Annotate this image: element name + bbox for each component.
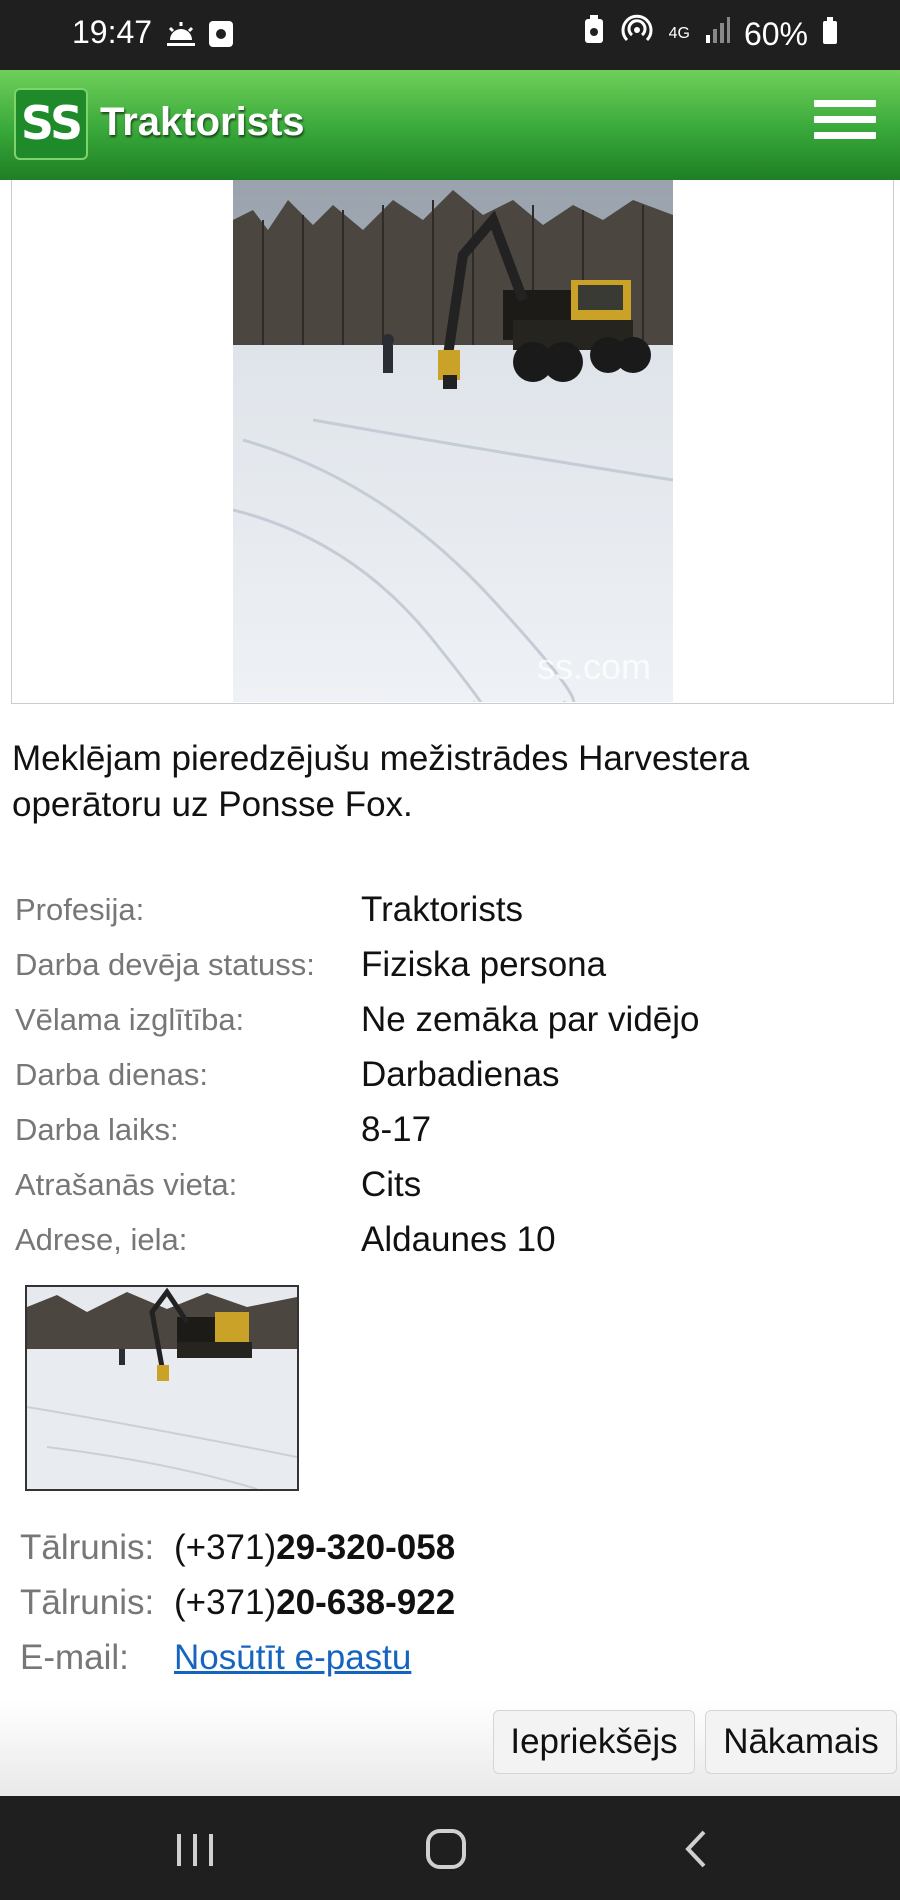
detail-label: Adrese, iela:	[15, 1221, 188, 1257]
detail-label: Atrašanās vieta:	[15, 1166, 238, 1202]
photo-watermark: ss.com	[536, 646, 651, 687]
phone-prefix: (+371)	[174, 1527, 277, 1567]
detail-value: Traktorists	[361, 889, 524, 929]
detail-value: Cits	[361, 1164, 422, 1204]
detail-label: Darba devēja statuss:	[15, 946, 315, 982]
phone-row-2: Tālrunis: (+371)20-638-922	[20, 1575, 455, 1630]
battery-saver-icon	[583, 15, 605, 53]
detail-label: Darba dienas:	[15, 1056, 209, 1092]
back-icon[interactable]	[682, 1828, 710, 1875]
page-title: Traktorists	[100, 100, 305, 144]
status-time: 19:47	[72, 14, 153, 50]
detail-row: Profesija: Traktorists	[12, 882, 700, 937]
detail-value: Ne zemāka par vidējo	[361, 999, 700, 1039]
detail-label: Darba laiks:	[15, 1111, 179, 1147]
phone-digits: 20-638-922	[276, 1582, 456, 1622]
battery-icon	[822, 16, 838, 53]
email-label: E-mail:	[20, 1637, 129, 1677]
battery-percent: 60%	[743, 15, 808, 52]
next-button[interactable]: Nākamais	[705, 1710, 897, 1774]
phone-number-1[interactable]: (+371)29-320-058	[174, 1528, 455, 1568]
system-navigation-bar	[0, 1796, 900, 1900]
ad-navigation-bar: Iepriekšējs Nākamais	[0, 1700, 900, 1796]
contact-block: Tālrunis: (+371)29-320-058 Tālrunis: (+3…	[20, 1520, 455, 1685]
details-table: Profesija: Traktorists Darba devēja statu…	[12, 882, 700, 1267]
phone-digits: 29-320-058	[276, 1527, 456, 1567]
detail-value: Fiziska persona	[361, 944, 607, 984]
app-header: SS Traktorists	[0, 70, 900, 180]
home-icon[interactable]	[425, 1828, 467, 1875]
detail-value: Aldaunes 10	[361, 1219, 556, 1259]
main-photo[interactable]: ss.com	[233, 180, 673, 702]
phone-label: Tālrunis:	[20, 1582, 155, 1622]
recent-apps-icon[interactable]	[175, 1832, 215, 1873]
detail-row: Adrese, iela: Aldaunes 10	[12, 1212, 700, 1267]
phone-number-2[interactable]: (+371)20-638-922	[174, 1583, 455, 1623]
email-row: E-mail: Nosūtīt e-pastu	[20, 1630, 455, 1685]
detail-row: Vēlama izglītība: Ne zemāka par vidējo	[12, 992, 700, 1047]
photo-thumbnail[interactable]	[25, 1285, 299, 1491]
phone-label: Tālrunis:	[20, 1527, 155, 1567]
send-email-link[interactable]: Nosūtīt e-pastu	[174, 1638, 411, 1678]
detail-label: Vēlama izglītība:	[15, 1001, 245, 1037]
hamburger-menu-icon[interactable]	[814, 100, 876, 152]
phone-prefix: (+371)	[174, 1582, 277, 1622]
detail-value: 8-17	[361, 1109, 432, 1149]
status-bar: 19:47 4G 60%	[0, 0, 900, 70]
screenshot-icon	[208, 20, 234, 53]
detail-row: Darba devēja statuss: Fiziska persona	[12, 937, 700, 992]
signal-icon	[704, 16, 730, 53]
detail-value: Darbadienas	[361, 1054, 560, 1094]
hotspot-icon	[619, 14, 655, 54]
detail-row: Atrašanās vieta: Cits	[12, 1157, 700, 1212]
detail-row: Darba dienas: Darbadienas	[12, 1047, 700, 1102]
weather-icon	[166, 20, 196, 53]
network-4g-icon: 4G	[668, 25, 690, 42]
ad-description: Meklējam pieredzējušu mežistrādes Harves…	[12, 739, 750, 824]
ss-logo[interactable]: SS	[14, 88, 88, 160]
detail-row: Darba laiks: 8-17	[12, 1102, 700, 1157]
previous-button[interactable]: Iepriekšējs	[493, 1710, 695, 1774]
phone-row-1: Tālrunis: (+371)29-320-058	[20, 1520, 455, 1575]
detail-label: Profesija:	[15, 891, 145, 927]
